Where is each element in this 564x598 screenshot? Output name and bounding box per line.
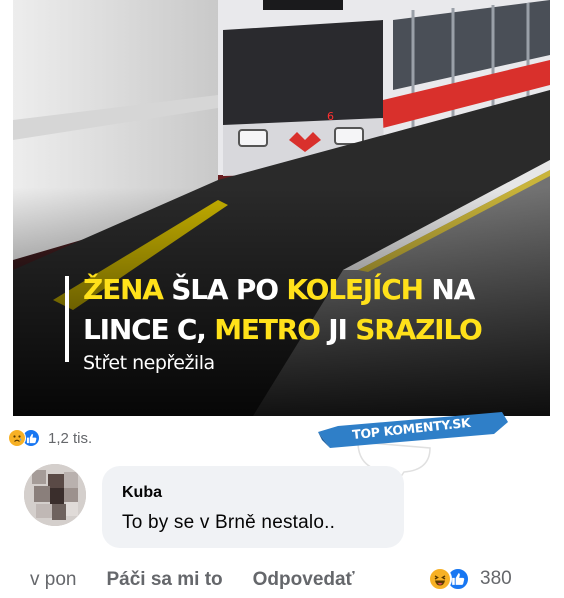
headline-highlight: srazilo <box>355 313 483 346</box>
headline-segment: šla po <box>162 273 287 306</box>
post-reactions[interactable]: 1,2 tis. <box>8 428 92 448</box>
comment-reaction-count: 380 <box>480 568 512 589</box>
sad-icon <box>8 429 26 447</box>
headline-segment: lince C, <box>83 313 215 346</box>
headline-line-1: Žena šla po kolejích na <box>83 270 482 310</box>
headline-accent-bar <box>65 276 69 362</box>
comment-timestamp[interactable]: v pon <box>30 569 76 591</box>
reply-button[interactable]: Odpovedať <box>253 569 355 591</box>
headline-line-2: lince C, metro ji srazilo <box>83 310 483 350</box>
headline-text: Žena šla po kolejích na lince C, metro j… <box>83 270 483 350</box>
headline-highlight: metro <box>214 313 321 346</box>
comment-reactions[interactable]: 380 <box>428 567 512 591</box>
haha-icon <box>428 567 452 591</box>
headline-segment: na <box>422 273 475 306</box>
comment-bubble: Kuba To by se v Brně nestalo.. <box>102 466 404 548</box>
reaction-count[interactable]: 1,2 tis. <box>48 430 92 447</box>
comment-actions: v pon Páči sa mi to Odpovedať <box>30 568 355 592</box>
headline-highlight: Žena <box>83 273 164 306</box>
comment-text: To by se v Brně nestalo.. <box>122 512 336 533</box>
headline-subtitle: Střet nepřežila <box>83 352 215 374</box>
avatar[interactable] <box>24 464 86 526</box>
headline-highlight: kolejích <box>286 273 424 306</box>
post-image[interactable]: 6 Žena šla po kolejích na lince C, metro… <box>13 0 550 416</box>
like-button[interactable]: Páči sa mi to <box>106 569 222 591</box>
headline-segment: ji <box>319 313 356 346</box>
comment-author[interactable]: Kuba <box>122 484 162 502</box>
